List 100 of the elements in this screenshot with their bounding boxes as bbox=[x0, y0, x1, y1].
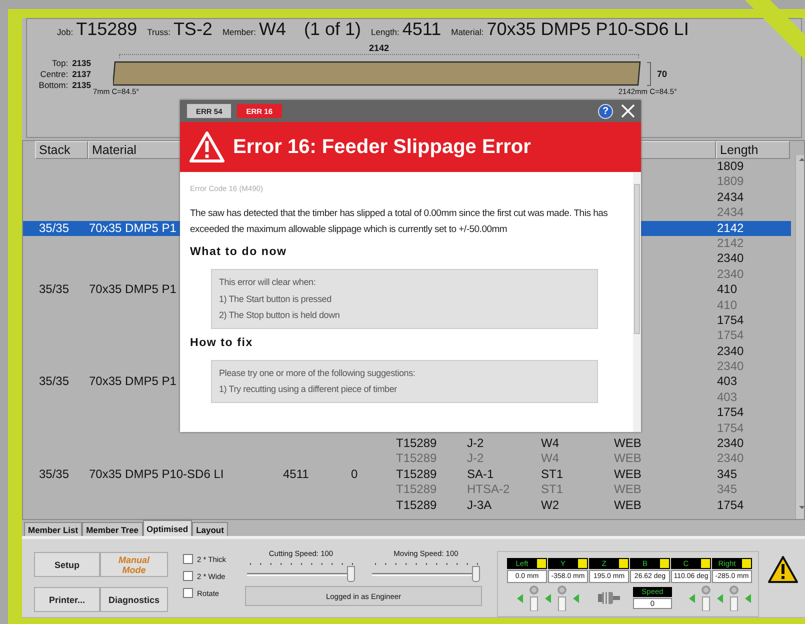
panel-button[interactable]: Printer... bbox=[34, 587, 100, 612]
scrollbar[interactable] bbox=[795, 155, 804, 519]
table-cell: HTSA-2 bbox=[467, 482, 510, 496]
column-header[interactable]: Stack bbox=[35, 141, 88, 159]
motor-icon bbox=[598, 591, 620, 605]
arrow-left-icon[interactable] bbox=[745, 594, 751, 602]
field-label: Truss: bbox=[147, 27, 170, 37]
warning-icon bbox=[189, 131, 225, 163]
width-bracket bbox=[647, 62, 651, 86]
table-cell: 35/35 bbox=[39, 282, 70, 296]
table-cell: 1809 bbox=[717, 159, 744, 173]
table-cell: 410 bbox=[717, 282, 738, 296]
note-line: This error will clear when: bbox=[219, 276, 317, 289]
speed-slider[interactable] bbox=[247, 566, 355, 582]
table-cell: 2340 bbox=[717, 451, 744, 466]
table-cell: SA-1 bbox=[467, 466, 494, 481]
table-cell: T15289 bbox=[396, 436, 437, 450]
panel-button[interactable]: Setup bbox=[34, 552, 100, 577]
field-label: Material: bbox=[451, 27, 484, 37]
arrow-left-icon[interactable] bbox=[545, 594, 551, 602]
note-line: 1) Try recutting using a different piece of timber bbox=[219, 383, 398, 396]
table-cell: 1754 bbox=[717, 420, 744, 435]
offset-label: Top: bbox=[52, 58, 68, 69]
clamp-icon[interactable] bbox=[700, 585, 712, 611]
offset-value: 2137 bbox=[72, 69, 91, 80]
column-header[interactable]: Length bbox=[716, 141, 790, 159]
field-label: Length: bbox=[371, 27, 400, 37]
view-tab[interactable]: Layout bbox=[192, 522, 228, 536]
table-cell: 2434 bbox=[717, 190, 744, 204]
offset-value: 2135 bbox=[72, 80, 91, 91]
field-value: 4511 bbox=[402, 19, 442, 40]
section-heading: What to do now bbox=[190, 246, 288, 258]
length-dimension: 2142 bbox=[368, 43, 390, 53]
table-cell: 2340 bbox=[717, 436, 744, 450]
clamp-icon[interactable] bbox=[528, 585, 540, 611]
table-row[interactable]: T15289 J-3A W2 WEB 1754 bbox=[23, 498, 791, 513]
table-cell: 345 bbox=[717, 466, 738, 481]
arrow-left-icon[interactable] bbox=[717, 594, 723, 602]
section-heading: How to fix bbox=[190, 336, 254, 348]
close-icon[interactable] bbox=[621, 104, 635, 118]
view-tab[interactable]: Optimised bbox=[142, 520, 192, 536]
table-cell: WEB bbox=[614, 498, 642, 512]
view-tab[interactable]: Member Tree bbox=[82, 522, 143, 536]
member-count: (1 of 1) bbox=[304, 19, 362, 40]
scrollbar[interactable] bbox=[633, 172, 641, 432]
table-cell: ST1 bbox=[541, 466, 564, 481]
panel-button[interactable]: Diagnostics bbox=[100, 587, 168, 612]
offset-label: Bottom: bbox=[38, 80, 68, 91]
table-cell: J-2 bbox=[467, 436, 484, 450]
table-cell: 345 bbox=[717, 482, 738, 496]
arrow-left-icon[interactable] bbox=[689, 594, 695, 602]
offset-value: 2135 bbox=[72, 58, 91, 69]
width-dimension: 70 bbox=[657, 68, 668, 78]
table-cell: 0 bbox=[351, 466, 358, 481]
arrow-left-icon[interactable] bbox=[573, 594, 579, 602]
table-cell: W4 bbox=[541, 451, 559, 466]
table-cell: 70x35 DMP5 P1 bbox=[89, 220, 176, 235]
table-cell: 35/35 bbox=[39, 220, 70, 235]
slider-thumb[interactable] bbox=[347, 566, 355, 582]
table-cell: 35/35 bbox=[39, 374, 70, 388]
table-cell: W4 bbox=[541, 436, 559, 450]
table-cell: W2 bbox=[541, 498, 559, 512]
note-line: 1) The Start button is pressed bbox=[219, 292, 332, 306]
table-cell: WEB bbox=[614, 451, 642, 466]
field-value: T15289 bbox=[76, 19, 138, 40]
table-cell: J-3A bbox=[467, 498, 492, 512]
slider-thumb[interactable] bbox=[472, 566, 480, 582]
offset-label: Centre: bbox=[40, 69, 68, 80]
table-cell: T15289 bbox=[396, 466, 437, 481]
field-label: Job: bbox=[57, 27, 74, 37]
table-cell: T15289 bbox=[396, 451, 437, 466]
table-cell: 1754 bbox=[717, 405, 744, 420]
table-cell: 70x35 DMP5 P1 bbox=[89, 282, 176, 296]
table-cell: 4511 bbox=[283, 466, 309, 481]
dialog-title: Error 16: Feeder Slippage Error bbox=[233, 136, 531, 158]
clamp-icon[interactable] bbox=[728, 585, 740, 611]
table-cell: 2340 bbox=[717, 344, 744, 358]
clamp-icon[interactable] bbox=[556, 585, 568, 611]
field-label: Member: bbox=[222, 27, 256, 37]
table-cell: ST1 bbox=[541, 482, 564, 496]
field-value: TS-2 bbox=[173, 19, 212, 40]
table-row[interactable]: T15289 J-2 W4 WEB 2340 bbox=[23, 436, 791, 452]
table-cell: 403 bbox=[717, 374, 738, 388]
table-row[interactable]: 35/35 70x35 DMP5 P10-SD6 LI 4511 0 T15289 SA-1 ST1 WEB 345 bbox=[23, 466, 791, 482]
table-cell: 2142 bbox=[717, 220, 744, 235]
table-cell: 70x35 DMP5 P1 bbox=[89, 374, 176, 388]
note-line: 2) The Stop button is held down bbox=[219, 309, 341, 322]
arrow-left-icon[interactable] bbox=[517, 594, 523, 602]
table-cell: T15289 bbox=[396, 482, 437, 496]
help-button[interactable]: ? bbox=[598, 104, 613, 118]
table-cell: WEB bbox=[614, 466, 642, 481]
table-cell: T15289 bbox=[396, 498, 437, 512]
speed-slider[interactable] bbox=[372, 566, 480, 582]
table-cell: WEB bbox=[614, 436, 642, 450]
table-cell: J-2 bbox=[467, 451, 484, 466]
table-cell: WEB bbox=[614, 482, 642, 496]
table-cell: 1754 bbox=[717, 498, 744, 512]
view-tab[interactable]: Member List bbox=[24, 522, 82, 536]
warning-icon bbox=[768, 556, 798, 583]
note-line: Please try one or more of the following suggestions: bbox=[219, 366, 416, 380]
